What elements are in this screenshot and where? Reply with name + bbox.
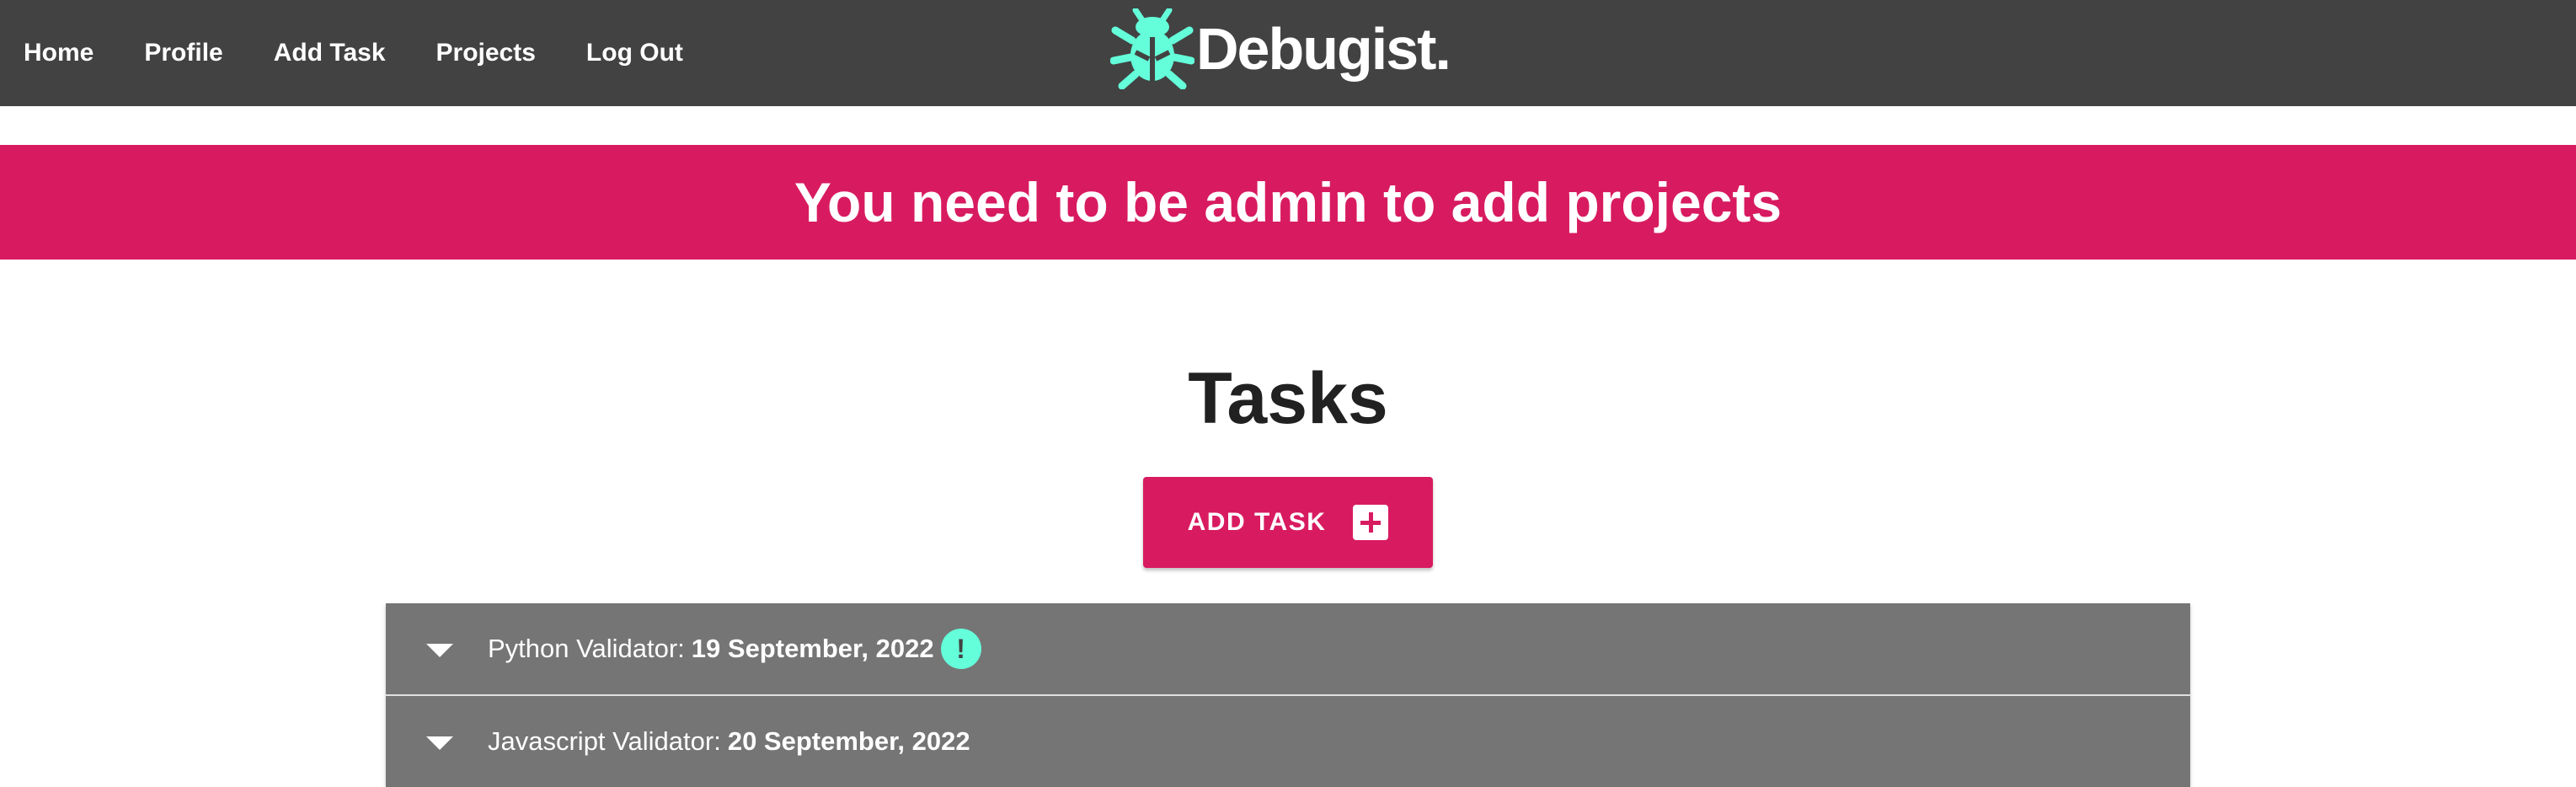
navbar: Home Profile Add Task Projects Log Out D… bbox=[0, 0, 2576, 106]
admin-alert-message: You need to be admin to add projects bbox=[794, 171, 1782, 233]
task-project-name: Python Validator: bbox=[488, 634, 685, 663]
brand-name: Debugist. bbox=[1196, 16, 1451, 82]
task-item[interactable]: Python Validator: 19 September, 2022 ! bbox=[386, 603, 2190, 696]
caret-down-icon[interactable] bbox=[426, 644, 453, 657]
nav-add-task-link[interactable]: Add Task bbox=[274, 39, 386, 67]
task-list: Python Validator: 19 September, 2022 ! J… bbox=[386, 603, 2190, 787]
task-item[interactable]: Javascript Validator: 20 September, 2022 bbox=[386, 696, 2190, 787]
nav-profile-link[interactable]: Profile bbox=[144, 39, 222, 67]
add-task-label: ADD TASK bbox=[1187, 508, 1327, 536]
nav-projects-link[interactable]: Projects bbox=[436, 39, 536, 67]
page-title: Tasks bbox=[1188, 358, 1388, 439]
nav-log-out-link[interactable]: Log Out bbox=[586, 39, 683, 67]
nav-links: Home Profile Add Task Projects Log Out bbox=[24, 0, 734, 106]
bug-icon bbox=[1110, 8, 1194, 89]
admin-alert-banner: You need to be admin to add projects bbox=[0, 145, 2576, 260]
exclamation-icon: ! bbox=[940, 629, 981, 669]
task-due-date: 19 September, 2022 bbox=[691, 634, 934, 663]
brand-logo-link[interactable]: Debugist. bbox=[1110, 8, 1451, 89]
nav-home-link[interactable]: Home bbox=[24, 39, 94, 67]
task-header: Javascript Validator: 20 September, 2022 bbox=[488, 726, 970, 757]
task-project-name: Javascript Validator: bbox=[488, 726, 721, 756]
plus-icon bbox=[1353, 505, 1389, 540]
add-task-button[interactable]: ADD TASK bbox=[1143, 477, 1433, 568]
caret-down-icon[interactable] bbox=[426, 736, 453, 750]
task-header: Python Validator: 19 September, 2022 ! bbox=[488, 629, 981, 669]
task-due-date: 20 September, 2022 bbox=[727, 726, 970, 756]
